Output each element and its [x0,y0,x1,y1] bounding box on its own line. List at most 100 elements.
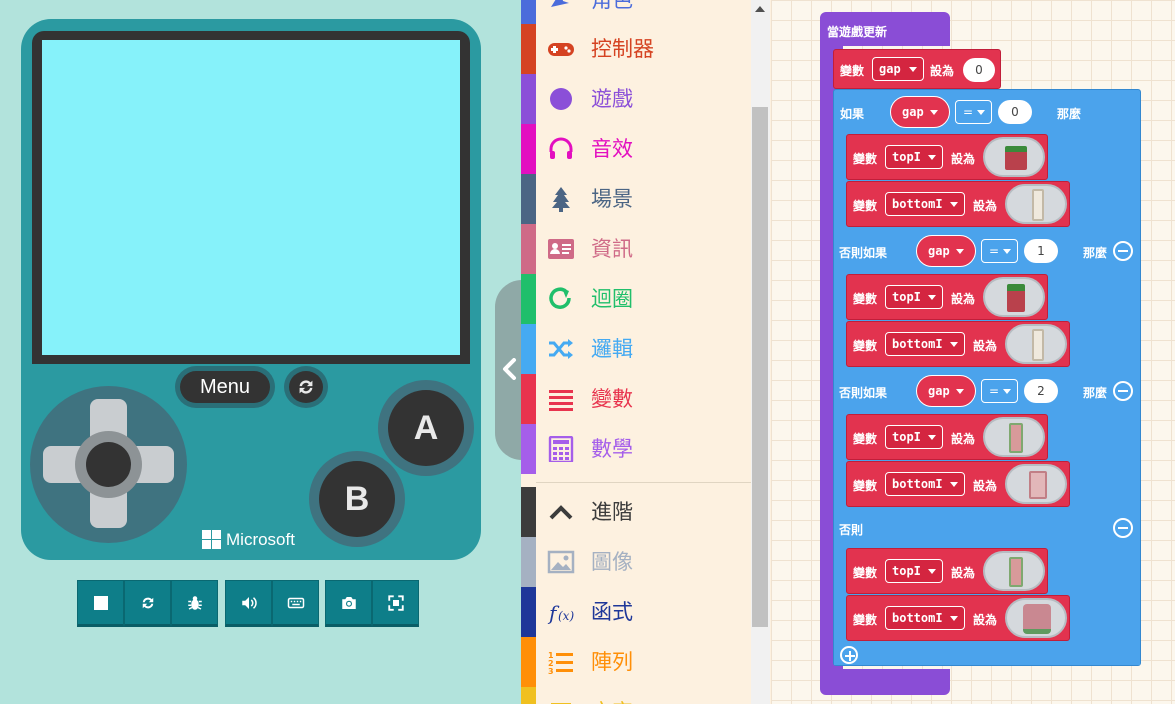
variable-dropdown[interactable]: topI [885,559,943,583]
gamepad-icon [546,36,576,62]
category-chevron-up[interactable]: 進階 [521,487,751,537]
category-numbered-list[interactable]: 1 2 3 陣列 [521,637,751,687]
set-variable-block[interactable]: 變數 topI 設為 [846,134,1048,180]
set-label: 變數 [853,292,878,306]
variable-dropdown[interactable]: bottomI [885,192,965,216]
collapse-simulator-button[interactable] [495,280,522,460]
image-value[interactable] [983,277,1045,317]
compare-value[interactable]: 1 [1024,239,1058,263]
variable-name: gap [928,244,950,258]
category-image[interactable]: 圖像 [521,537,751,587]
variable-dropdown[interactable]: gap [921,239,971,263]
fullscreen-button[interactable] [372,580,419,627]
image-value[interactable] [983,551,1045,591]
variable-dropdown[interactable]: topI [885,425,943,449]
image-value[interactable] [1005,184,1067,224]
variable-name: topI [892,430,921,444]
blocks-workspace[interactable]: 當遊戲更新 變數 gap 設為 0 如果 gap = 0 那麼 否則如果 gap… [771,0,1175,704]
set-variable-block[interactable]: 變數 bottomI 設為 [846,595,1070,641]
image-value[interactable] [1005,598,1067,638]
set-variable-block[interactable]: 變數 topI 設為 [846,548,1048,594]
category-label: 邏輯 [591,337,633,361]
remove-branch-icon[interactable] [1113,241,1133,261]
set-label: 變數 [853,566,878,580]
image-icon [546,549,576,575]
category-color-strip [521,424,536,474]
compare-left-operand[interactable]: gap [916,235,976,267]
stop-button[interactable] [77,580,124,627]
operator-dropdown[interactable]: = [981,239,1018,263]
compare-value[interactable]: 2 [1024,379,1058,403]
mute-button[interactable] [225,580,272,627]
set-variable-block[interactable]: 變數 bottomI 設為 [846,461,1070,507]
to-label: 設為 [973,613,998,627]
category-text[interactable]: 文字 [521,687,751,704]
number-input[interactable]: 0 [963,58,995,82]
remove-branch-icon[interactable] [1113,518,1133,538]
screenshot-button[interactable] [325,580,372,627]
a-button-ring: A [378,380,474,476]
reset-button[interactable] [284,366,328,408]
sprites-icon [546,0,576,13]
category-headphones[interactable]: 音效 [521,124,751,174]
category-function[interactable]: f (x) 函式 [521,587,751,637]
set-variable-block[interactable]: 變數 topI 設為 [846,274,1048,320]
menu-button[interactable]: Menu [175,366,275,408]
category-gamepad[interactable]: 控制器 [521,24,751,74]
variable-dropdown[interactable]: gap [872,57,924,81]
set-variable-block[interactable]: 變數 bottomI 設為 [846,181,1070,227]
category-tree[interactable]: 場景 [521,174,751,224]
variable-dropdown[interactable]: gap [895,100,945,124]
operator-dropdown[interactable]: = [981,379,1018,403]
image-value[interactable] [983,137,1045,177]
compare-value[interactable]: 0 [998,100,1032,124]
a-button[interactable]: A [388,390,464,466]
set-label: 變數 [840,64,865,78]
variable-dropdown[interactable]: topI [885,145,943,169]
variable-dropdown[interactable]: bottomI [885,606,965,630]
dpad-center [86,442,131,487]
category-list[interactable]: 變數 [521,374,751,424]
tree-icon [546,186,576,212]
category-label: 迴圈 [591,287,633,311]
variable-dropdown[interactable]: topI [885,285,943,309]
toolbox-divider [536,482,751,483]
toolbox-scrollbar[interactable] [751,0,770,704]
category-label: 變數 [591,387,633,411]
restart-button[interactable] [124,580,171,627]
calculator-icon [546,436,576,462]
category-color-strip [521,637,536,687]
category-id-card[interactable]: 資訊 [521,224,751,274]
image-value[interactable] [983,417,1045,457]
compare-left-operand[interactable]: gap [890,96,950,128]
image-value[interactable] [1005,324,1067,364]
dpad[interactable] [30,386,187,543]
category-shuffle[interactable]: 邏輯 [521,324,751,374]
image-value[interactable] [1005,464,1067,504]
chevron-left-icon [503,358,516,380]
debug-button[interactable] [171,580,218,627]
scroll-up-arrow-icon[interactable] [755,6,765,12]
add-branch-icon[interactable] [840,646,858,664]
remove-branch-icon[interactable] [1113,381,1133,401]
set-gap-block[interactable]: 變數 gap 設為 0 [833,49,1001,89]
operator-dropdown[interactable]: = [955,100,992,124]
svg-text:(x): (x) [558,609,574,623]
variable-dropdown[interactable]: bottomI [885,332,965,356]
scrollbar-thumb[interactable] [752,107,768,627]
keyboard-controls-button[interactable] [272,580,319,627]
category-loop[interactable]: 迴圈 [521,274,751,324]
game-screen[interactable] [42,40,460,355]
compare-left-operand[interactable]: gap [916,375,976,407]
category-calculator[interactable]: 數學 [521,424,751,474]
set-variable-block[interactable]: 變數 bottomI 設為 [846,321,1070,367]
variable-dropdown[interactable]: bottomI [885,472,965,496]
category-circle[interactable]: 遊戲 [521,74,751,124]
else-if-label: 否則如果 [839,386,888,400]
variable-dropdown[interactable]: gap [921,379,971,403]
b-button[interactable]: B [319,461,395,537]
set-variable-block[interactable]: 變數 topI 設為 [846,414,1048,460]
category-sprites[interactable]: 角色 [521,0,751,25]
category-color-strip [521,124,536,174]
menu-button-label: Menu [180,371,270,403]
